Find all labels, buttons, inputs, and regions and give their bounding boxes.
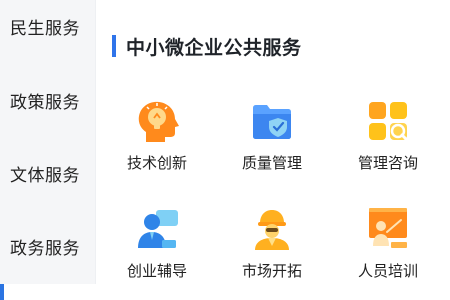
section-title: 中小微企业公共服务 <box>126 36 302 59</box>
service-tile-management-consulting[interactable]: 管理咨询 <box>338 96 438 176</box>
sidebar-item-label: 文体服务 <box>10 165 80 186</box>
explorer-helmet-icon <box>255 210 289 250</box>
sidebar: 民生服务 政策服务 文体服务 政务服务 <box>0 0 96 300</box>
sidebar-item-label: 民生服务 <box>10 18 80 39</box>
service-label: 市场开拓 <box>241 262 302 280</box>
service-label: 创业辅导 <box>126 262 187 280</box>
sidebar-item-culture-sports-services[interactable]: 文体服务 <box>0 153 96 193</box>
service-tile-staff-training[interactable]: 人员培训 <box>338 204 438 284</box>
section-header: 中小微企业公共服务 <box>112 34 302 59</box>
sidebar-item-label: 政务服务 <box>10 238 80 259</box>
service-tile-startup-mentoring[interactable]: 创业辅导 <box>107 204 207 284</box>
service-tile-quality-management[interactable]: 质量管理 <box>222 96 322 176</box>
sidebar-item-active[interactable] <box>0 284 96 300</box>
mentor-person-icon <box>138 210 178 248</box>
sidebar-item-label: 政策服务 <box>10 92 80 113</box>
sidebar-item-government-services[interactable]: 政务服务 <box>0 226 96 266</box>
service-label: 质量管理 <box>241 154 302 172</box>
service-label: 管理咨询 <box>357 154 418 172</box>
service-tile-tech-innovation[interactable]: 技术创新 <box>107 96 207 176</box>
main-panel: 中小微企业公共服务 技术创新 质量管理 管理咨询 创业辅导 市场开拓 人员培训 <box>96 0 450 300</box>
service-label: 人员培训 <box>357 262 418 280</box>
consulting-grid-icon <box>369 102 409 142</box>
service-tile-market-expansion[interactable]: 市场开拓 <box>222 204 322 284</box>
section-title-accent-bar <box>112 35 116 57</box>
training-board-icon <box>369 208 407 248</box>
innovation-head-icon <box>138 101 179 142</box>
quality-folder-shield-icon <box>253 105 291 139</box>
service-label: 技术创新 <box>126 154 187 172</box>
sidebar-item-livelihood-services[interactable]: 民生服务 <box>0 6 96 46</box>
sidebar-active-indicator <box>0 284 4 300</box>
sidebar-item-policy-services[interactable]: 政策服务 <box>0 80 96 120</box>
